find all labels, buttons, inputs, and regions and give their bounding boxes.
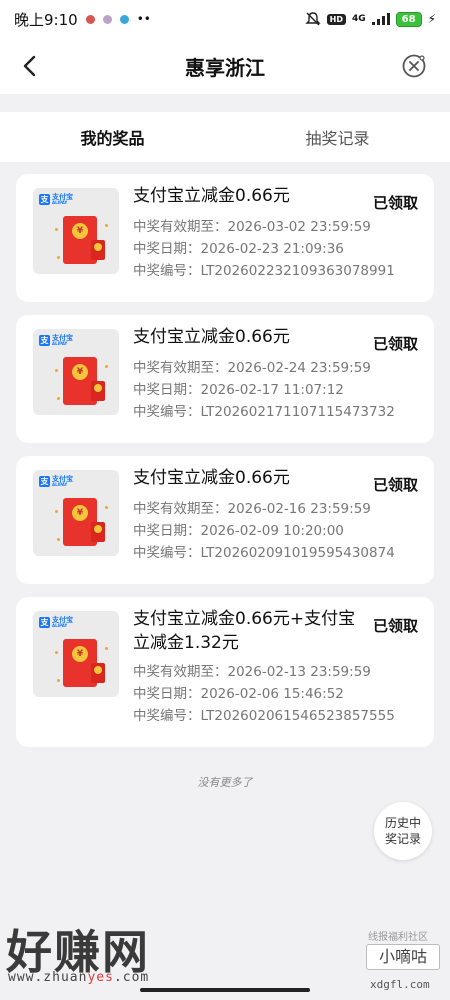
alipay-brand-sub: ALIPAY [52, 200, 68, 205]
notification-icon [119, 14, 129, 24]
watermark-right-url: xdgfl.com [370, 978, 430, 991]
prize-date: 中奖日期：2026-02-09 10:20:00 [133, 523, 344, 539]
prize-expiry: 中奖有效期至：2026-02-13 23:59:59 [133, 664, 371, 680]
watermark-community: 线报福利社区 [368, 932, 428, 943]
hd-badge: HD [326, 13, 346, 25]
history-prizes-button[interactable]: 历史中奖记录 [374, 802, 432, 860]
prize-title: 支付宝立减金0.66元 [133, 186, 290, 206]
chevron-left-icon [23, 55, 36, 77]
coin-icon: ¥ [72, 646, 88, 662]
mute-bell-icon [304, 12, 321, 26]
prize-status: 已领取 [372, 476, 418, 494]
prize-date: 中奖日期：2026-02-06 15:46:52 [133, 686, 344, 702]
prize-date: 中奖日期：2026-02-17 11:07:12 [133, 382, 344, 398]
alipay-brand-sub: ALIPAY [52, 341, 68, 346]
coin-icon: ¥ [72, 223, 88, 239]
app-header: 惠享浙江 [0, 38, 450, 94]
alipay-mark-icon: 支 [39, 617, 50, 628]
tab-my-prizes[interactable]: 我的奖品 [0, 112, 225, 162]
alipay-mark-icon: 支 [39, 335, 50, 346]
prize-thumbnail: 支 支付宝 ALIPAY ¥ [33, 611, 119, 697]
prize-title: 支付宝立减金0.66元 [133, 468, 290, 488]
prize-thumbnail: 支 支付宝 ALIPAY ¥ [33, 470, 119, 556]
prize-status: 已领取 [372, 335, 418, 353]
red-packet-small-icon [91, 522, 105, 542]
prize-expiry: 中奖有效期至：2026-02-24 23:59:59 [133, 360, 371, 376]
red-packet-small-icon [91, 663, 105, 683]
tab-bar: 我的奖品 抽奖记录 [0, 112, 450, 162]
prize-expiry: 中奖有效期至：2026-02-16 23:59:59 [133, 501, 371, 517]
watermark-url: www.zhuanyes.com [8, 970, 150, 985]
prize-title: 支付宝立减金0.66元 [133, 327, 290, 347]
more-notifications-icon: •• [136, 12, 151, 26]
red-packet-small-icon [91, 240, 105, 260]
back-button[interactable] [16, 52, 44, 80]
prize-list: 支 支付宝 ALIPAY ¥ 支付宝立减金0.66元 已领取 中奖有效期至：20… [16, 174, 434, 760]
coin-icon: ¥ [72, 505, 88, 521]
alipay-brand-sub: ALIPAY [52, 623, 68, 628]
page-title: 惠享浙江 [185, 55, 265, 80]
alipay-logo-icon: 支 支付宝 ALIPAY [39, 617, 73, 628]
status-time: 晚上9:10 [14, 10, 78, 29]
alipay-mark-icon: 支 [39, 476, 50, 487]
prize-expiry: 中奖有效期至：2026-03-02 23:59:59 [133, 219, 371, 235]
alipay-logo-icon: 支 支付宝 ALIPAY [39, 194, 73, 205]
alipay-logo-icon: 支 支付宝 ALIPAY [39, 335, 73, 346]
prize-date: 中奖日期：2026-02-23 21:09:36 [133, 241, 344, 257]
prize-card[interactable]: 支 支付宝 ALIPAY ¥ 支付宝立减金0.66元 已领取 中奖有效期至：20… [16, 456, 434, 584]
home-indicator[interactable] [140, 988, 310, 992]
alipay-logo-icon: 支 支付宝 ALIPAY [39, 476, 73, 487]
prize-card[interactable]: 支 支付宝 ALIPAY ¥ 支付宝立减金0.66元+支付宝立减金1.32元 已… [16, 597, 434, 747]
prize-card[interactable]: 支 支付宝 ALIPAY ¥ 支付宝立减金0.66元 已领取 中奖有效期至：20… [16, 174, 434, 302]
prize-code: 中奖编号：LT202602171107115473732 [133, 404, 395, 420]
red-packet-small-icon [91, 381, 105, 401]
signal-icon [371, 13, 390, 25]
close-button[interactable] [400, 52, 428, 80]
tab-draw-records[interactable]: 抽奖记录 [225, 112, 450, 162]
no-more-text: 没有更多了 [197, 776, 253, 789]
notification-icon [102, 14, 112, 24]
prize-status: 已领取 [372, 194, 418, 212]
prize-code: 中奖编号：LT202602091019595430874 [133, 545, 395, 561]
status-bar: 晚上9:10 •• HD 4G 68 ⚡ [0, 0, 450, 38]
prize-card[interactable]: 支 支付宝 ALIPAY ¥ 支付宝立减金0.66元 已领取 中奖有效期至：20… [16, 315, 434, 443]
network-type: 4G [351, 14, 366, 24]
alipay-brand-sub: ALIPAY [52, 482, 68, 487]
charging-icon: ⚡ [427, 12, 436, 26]
prize-code: 中奖编号：LT202602061546523857555 [133, 708, 395, 724]
alipay-mark-icon: 支 [39, 194, 50, 205]
prize-status: 已领取 [372, 617, 418, 635]
prize-code: 中奖编号：LT202602232109363078991 [133, 263, 395, 279]
watermark-brand-box: 小嘀咕 [366, 944, 440, 970]
close-circle-icon [402, 54, 426, 78]
coin-icon: ¥ [72, 364, 88, 380]
prize-thumbnail: 支 支付宝 ALIPAY ¥ [33, 329, 119, 415]
battery-icon: 68 [395, 11, 422, 27]
prize-title: 支付宝立减金0.66元+支付宝立减金1.32元 [133, 609, 356, 653]
notification-icon [85, 14, 95, 24]
prize-thumbnail: 支 支付宝 ALIPAY ¥ [33, 188, 119, 274]
